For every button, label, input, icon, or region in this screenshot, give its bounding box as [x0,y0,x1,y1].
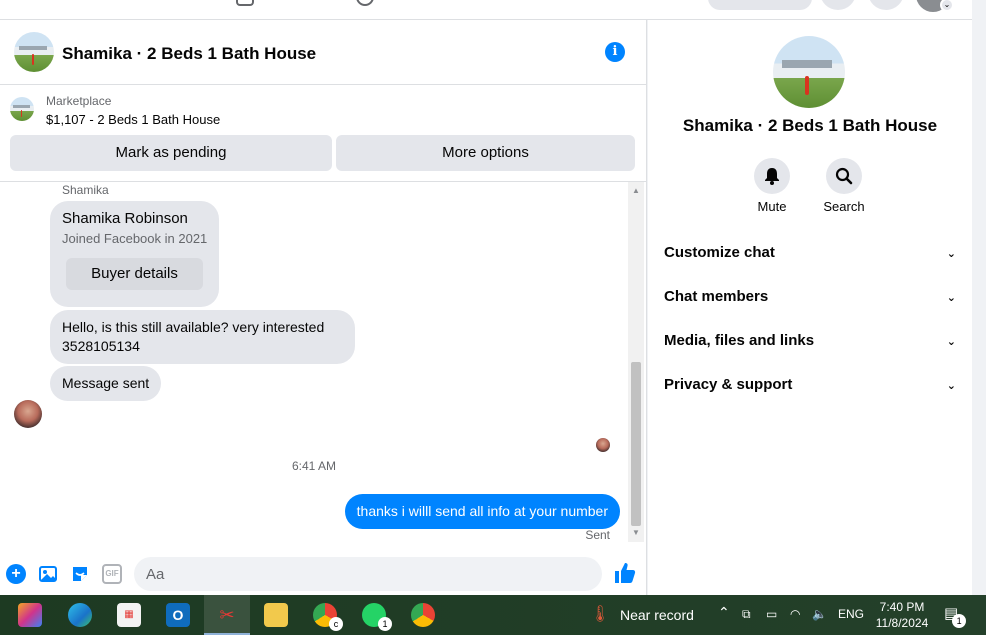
chrome-profile-badge: c [329,617,343,631]
listing-title[interactable]: $1,107 - 2 Beds 1 Bath House [46,112,220,127]
sender-avatar[interactable] [14,400,42,428]
chevron-down-icon: ⌄ [946,380,956,392]
chrome-icon[interactable]: c [313,603,343,631]
message-bubble-outgoing[interactable]: thanks i willl send all info at your num… [344,494,620,529]
chrome-profile-icon[interactable] [411,603,435,627]
scroll-down-arrow-icon[interactable]: ▼ [628,526,644,540]
scroll-up-arrow-icon[interactable]: ▲ [628,184,644,198]
windows-taskbar: ▦ O ✂ c 1 🌡 Near record ⌃ ⧉ ▭ ◠ 🔈 ENG 7:… [0,595,986,635]
info-icon[interactable]: i [605,42,625,62]
chevron-down-icon: ⌄ [946,248,956,260]
sent-status: Sent [585,528,610,542]
store-icon[interactable]: ▦ [117,603,141,627]
sticker-icon[interactable] [70,564,90,584]
whatsapp-badge: 1 [378,617,392,631]
message-input[interactable]: Aa ☺ [134,557,728,591]
sender-name: Shamika [62,183,109,197]
section-chat-members[interactable]: Chat members ⌄ [664,288,956,312]
file-explorer-icon[interactable] [264,603,288,627]
outlook-icon[interactable]: O [166,603,190,627]
more-options-button[interactable]: More options [336,135,635,171]
photo-icon[interactable] [38,564,58,584]
clock-date: 11/8/2024 [875,616,929,630]
groups-icon[interactable] [356,0,374,6]
section-label: Media, files and links [664,332,815,349]
wifi-icon[interactable]: ◠ [790,607,800,621]
section-label: Customize chat [664,244,775,261]
volume-icon[interactable]: 🔈 [812,607,827,621]
gif-icon[interactable]: GIF [102,564,122,584]
account-avatar[interactable]: ⌄ [916,0,954,12]
menu-icon[interactable] [820,0,856,10]
section-label: Chat members [664,288,769,305]
read-receipt-avatar [596,438,610,452]
details-avatar[interactable] [773,36,845,108]
listing-thumbnail[interactable] [10,97,34,121]
message-list: Shamika Shamika Robinson Joined Facebook… [0,182,628,542]
chevron-down-icon: ⌄ [940,0,954,12]
thumbs-up-icon[interactable] [613,561,637,590]
search-pill[interactable] [708,0,812,10]
clock[interactable]: 7:40 PM 11/8/2024 [872,599,932,631]
thermometer-icon: 🌡 [590,606,611,623]
bell-icon [754,158,790,194]
chat-header: Shamika · 2 Beds 1 Bath House i [0,20,647,85]
section-customize-chat[interactable]: Customize chat ⌄ [664,244,956,268]
chat-details-panel: Shamika · 2 Beds 1 Bath House Mute Searc… [648,20,972,595]
message-timestamp: 6:41 AM [291,459,337,473]
language-indicator[interactable]: ENG [838,607,864,621]
message-input-placeholder: Aa [146,566,165,583]
chevron-down-icon: ⌄ [946,336,956,348]
notification-icon[interactable]: ▤ 1 [944,604,967,628]
weather-text: Near record [620,607,694,623]
chat-title[interactable]: Shamika · 2 Beds 1 Bath House [62,44,316,64]
chat-avatar[interactable] [14,32,54,72]
chevron-up-icon[interactable]: ⌃ [718,604,730,621]
mute-label: Mute [757,199,787,214]
search-icon [826,158,862,194]
message-composer: + GIF Aa ☺ [0,542,728,595]
messenger-icon[interactable] [868,0,904,10]
message-bubble-incoming[interactable]: Hello, is this still available? very int… [50,310,355,364]
buyer-name: Shamika Robinson [62,210,188,227]
chevron-down-icon: ⌄ [946,292,956,304]
meet-icon[interactable]: ⧉ [742,607,751,622]
details-title: Shamika · 2 Beds 1 Bath House [682,116,938,135]
plus-icon[interactable]: + [6,564,26,584]
snipping-tool-icon[interactable]: ✂ [215,603,239,627]
marketplace-bar: Marketplace $1,107 - 2 Beds 1 Bath House… [0,85,647,182]
chat-panel: Shamika · 2 Beds 1 Bath House i Marketpl… [0,20,728,595]
message-bubble-incoming[interactable]: Message sent [50,366,162,401]
search-button[interactable]: Search [814,158,874,214]
battery-icon[interactable]: ▭ [766,607,777,621]
facebook-top-bar: ⌄ [0,0,972,20]
copilot-icon[interactable] [18,603,42,627]
marketplace-label: Marketplace [46,94,112,108]
scrollbar-thumb[interactable] [631,362,641,526]
notification-badge: 1 [952,614,967,628]
section-media-files-links[interactable]: Media, files and links ⌄ [664,332,956,356]
messages-scrollbar[interactable]: ▲ ▼ [628,182,644,542]
section-privacy-support[interactable]: Privacy & support ⌄ [664,376,956,400]
edge-icon[interactable] [68,603,92,627]
search-label: Search [823,199,865,214]
buyer-card: Shamika Robinson Joined Facebook in 2021… [50,201,219,307]
marketplace-icon[interactable] [236,0,254,6]
buyer-joined: Joined Facebook in 2021 [62,231,208,246]
mark-as-pending-button[interactable]: Mark as pending [10,135,332,171]
page-scroll-gutter [972,0,986,595]
buyer-details-button[interactable]: Buyer details [66,258,203,290]
section-label: Privacy & support [664,376,793,393]
clock-time: 7:40 PM [879,600,925,614]
whatsapp-icon[interactable]: 1 [362,603,392,631]
mute-button[interactable]: Mute [742,158,802,214]
